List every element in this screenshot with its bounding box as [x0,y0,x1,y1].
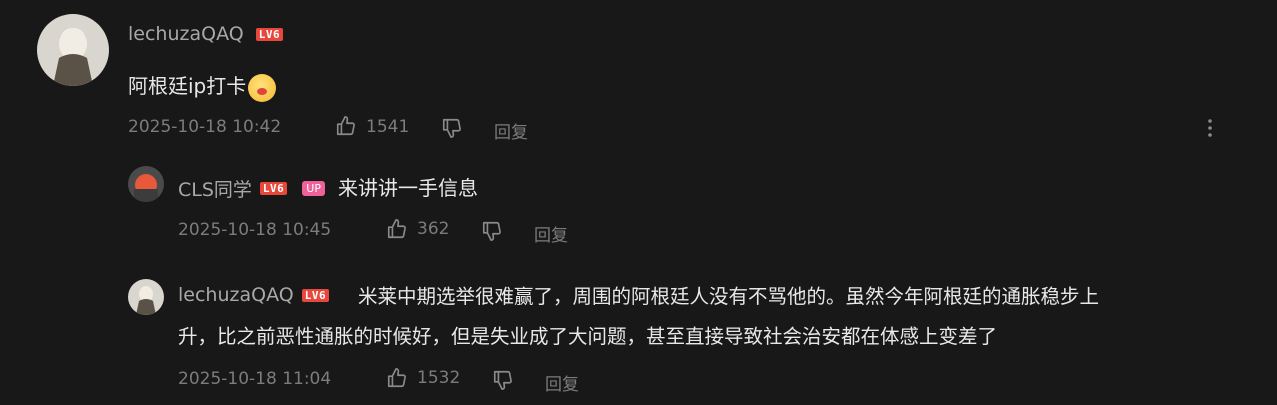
level-badge: LV6 [301,288,330,302]
heart-hug-emoji-icon [248,73,277,102]
comment-text-content: 阿根廷ip打卡 [128,74,247,98]
level-badge: LV6 [259,181,288,195]
reply-button[interactable]: 回复 [534,221,568,246]
comment-time: 2025-10-18 10:42 [128,117,282,137]
username-text[interactable]: lechuzaQAQ [128,23,244,45]
reply-button[interactable]: 回复 [545,370,579,395]
user-avatar-image [37,14,109,86]
thumbs-up-icon[interactable] [335,115,357,137]
reply-header: CLS同学 LV6 UP 来讲讲一手信息 [178,172,478,204]
comment-text: 来讲讲一手信息 [337,176,478,200]
like-count: 1532 [417,368,461,388]
thumbs-up-icon[interactable] [386,367,408,389]
user-avatar-image [128,166,164,202]
reply-button[interactable]: 回复 [494,118,528,143]
like-count: 1541 [366,117,410,137]
thumbs-up-icon[interactable] [386,218,408,240]
thumbs-down-icon[interactable] [492,369,514,391]
like-count: 362 [417,219,450,239]
up-badge: UP [302,180,325,196]
comment-text-line: 升，比之前恶性通胀的时候好，但是失业成了大问题，甚至直接导致社会治安都在体感上变… [178,325,998,348]
comment-time: 2025-10-18 10:45 [178,220,332,240]
avatar[interactable] [37,14,109,86]
comment-time: 2025-10-18 11:04 [178,369,332,389]
comment-text-line: 米莱中期选举很难赢了，周围的阿根廷人没有不骂他的。虽然今年阿根廷的通胀稳步上 [358,285,1100,308]
username-text[interactable]: CLS同学 [178,175,252,202]
comment-text: 阿根廷ip打卡 [128,70,277,102]
user-avatar-image [128,279,164,315]
username[interactable]: lechuzaQAQ LV6 [128,23,284,45]
avatar[interactable] [128,166,164,202]
more-options-icon[interactable] [1200,118,1220,138]
avatar[interactable] [128,279,164,315]
level-badge: LV6 [255,28,284,41]
reply-header: lechuzaQAQ LV6 [178,284,330,306]
username-text[interactable]: lechuzaQAQ [178,284,294,306]
thumbs-down-icon[interactable] [441,117,463,139]
thumbs-down-icon[interactable] [481,220,503,242]
